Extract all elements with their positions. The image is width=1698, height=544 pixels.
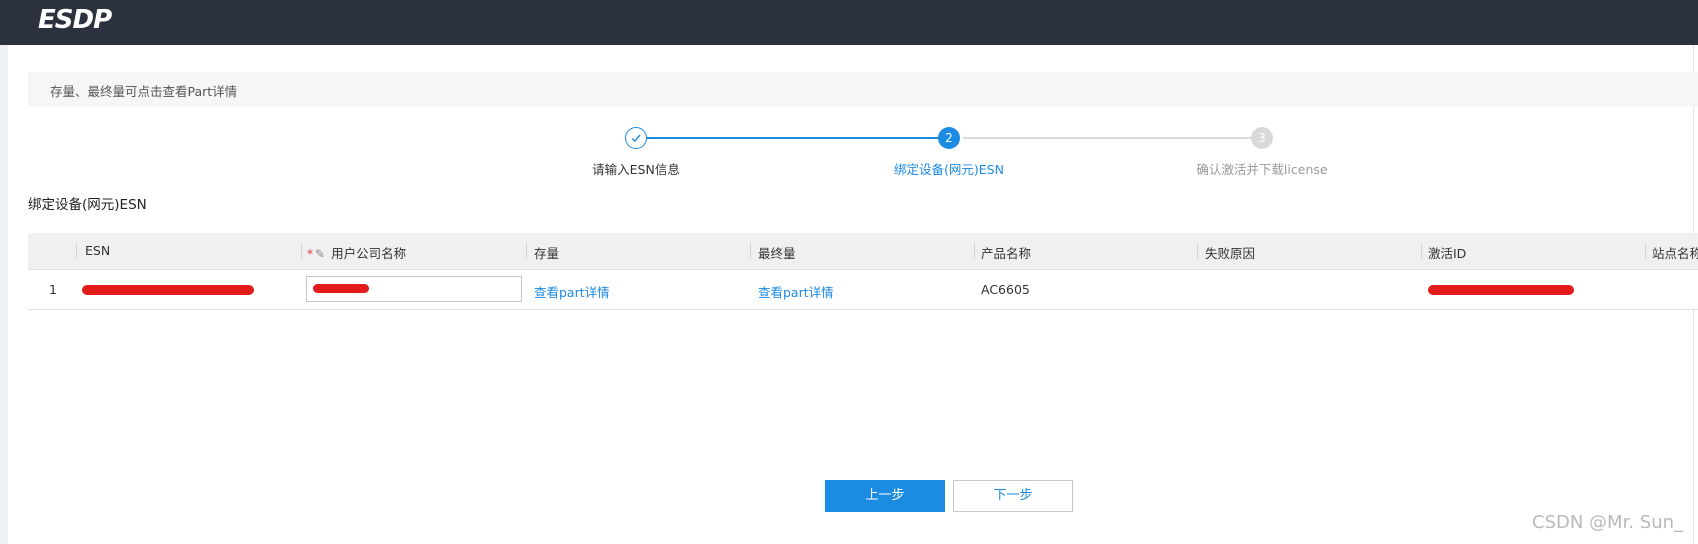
- table-row: 1 查看part详情 查看part详情 AC6605: [28, 270, 1698, 310]
- final-part-details-link[interactable]: 查看part详情: [758, 282, 834, 301]
- step-2-label: 绑定设备(网元)ESN: [894, 162, 1004, 177]
- redaction-mark: [82, 285, 254, 295]
- left-gutter: [0, 45, 8, 544]
- column-separator: [1197, 243, 1198, 259]
- step-1-check-icon: [625, 127, 647, 149]
- top-bar: ESDP: [0, 0, 1698, 45]
- column-header-activation-id: 激活ID: [1428, 246, 1467, 261]
- notice-text: 存量、最终量可点击查看Part详情: [50, 84, 238, 99]
- column-separator: [974, 243, 975, 259]
- column-header-site: 站点名称: [1652, 246, 1698, 261]
- column-header-esn: ESN: [85, 243, 111, 258]
- section-title: 绑定设备(网元)ESN: [28, 197, 147, 213]
- column-header-final: 最终量: [758, 246, 796, 261]
- column-separator: [1421, 243, 1422, 259]
- step-connector-pending: [963, 137, 1263, 139]
- stock-part-details-link[interactable]: 查看part详情: [534, 282, 610, 301]
- required-marker: *: [307, 247, 313, 261]
- watermark: CSDN @Mr. Sun_: [1532, 512, 1684, 533]
- column-header-company: * ✎ 用户公司名称: [307, 243, 406, 262]
- step-1-label: 请输入ESN信息: [592, 162, 680, 177]
- step-connector-done: [647, 137, 951, 139]
- column-header-company-label: 用户公司名称: [331, 246, 407, 261]
- product-name-cell: AC6605: [981, 282, 1030, 297]
- column-header-stock: 存量: [534, 246, 560, 261]
- step-2-number: 2: [938, 127, 960, 149]
- column-header-product: 产品名称: [981, 246, 1032, 261]
- column-header-failure-reason: 失败原因: [1205, 246, 1256, 261]
- redaction-mark: [1428, 285, 1574, 295]
- column-separator: [526, 243, 527, 259]
- column-separator: [750, 243, 751, 259]
- row-index: 1: [49, 282, 57, 297]
- column-separator: [301, 243, 302, 259]
- step-3-label: 确认激活并下载license: [1196, 162, 1328, 177]
- edit-pencil-icon: ✎: [315, 247, 326, 261]
- notice-bar: 存量、最终量可点击查看Part详情: [28, 72, 1698, 106]
- step-3-number: 3: [1251, 127, 1273, 149]
- esdp-logo[interactable]: ESDP: [38, 5, 112, 35]
- redaction-mark: [313, 284, 369, 293]
- column-separator: [76, 243, 77, 259]
- previous-step-button[interactable]: 上一步: [825, 480, 945, 512]
- column-separator: [1645, 243, 1646, 259]
- next-step-button[interactable]: 下一步: [953, 480, 1073, 512]
- table-header: ESN * ✎ 用户公司名称 存量 最终量 产品名称 失败原因 激活ID 站点名称: [28, 233, 1698, 270]
